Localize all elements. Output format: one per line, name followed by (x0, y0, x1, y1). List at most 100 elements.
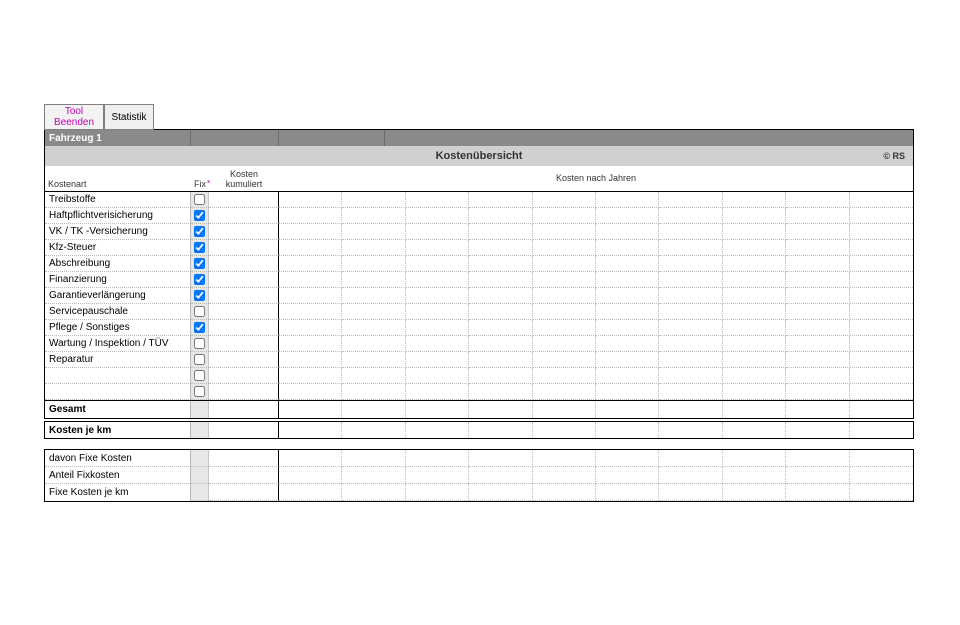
year-cell (406, 336, 469, 352)
tab-statistik[interactable]: Statistik (104, 104, 154, 130)
cost-row: Pflege / Sonstiges (45, 320, 913, 336)
cost-row: Finanzierung (45, 272, 913, 288)
year-cell (723, 336, 786, 352)
kjk-years (279, 422, 913, 438)
fix-checkbox[interactable] (194, 274, 205, 285)
cost-row-label: Pflege / Sonstiges (45, 320, 191, 336)
cost-row: Garantieverlängerung (45, 288, 913, 304)
year-cells (279, 272, 913, 288)
year-cell (786, 272, 849, 288)
year-cell (659, 256, 722, 272)
cost-row: Treibstoffe (45, 192, 913, 208)
year-cell (659, 224, 722, 240)
header-kosten-nach-jahren: Kosten nach Jahren (279, 166, 913, 192)
year-cell (596, 401, 659, 418)
gesamt-fix (191, 401, 209, 418)
fix-checkbox[interactable] (194, 338, 205, 349)
fix-checkbox[interactable] (194, 354, 205, 365)
year-cell (596, 208, 659, 224)
year-cell (279, 422, 342, 438)
kjk-fix (191, 422, 209, 438)
copyright: © RS (883, 151, 905, 161)
year-cell (723, 288, 786, 304)
cost-row-label: Haftpflichtverisicherung (45, 208, 191, 224)
summary-fix (191, 484, 209, 501)
year-cell (406, 192, 469, 208)
fix-checkbox[interactable] (194, 226, 205, 237)
year-cell (469, 208, 532, 224)
year-cell (596, 336, 659, 352)
year-cell (406, 384, 469, 400)
vehicle-col3 (279, 130, 385, 146)
cost-row: Abschreibung (45, 256, 913, 272)
fix-checkbox[interactable] (194, 290, 205, 301)
fix-checkbox[interactable] (194, 258, 205, 269)
year-cell (469, 256, 532, 272)
year-cell (342, 401, 405, 418)
kum-cell (209, 304, 279, 320)
summary-table: davon Fixe KostenAnteil FixkostenFixe Ko… (44, 449, 914, 502)
year-cell (533, 384, 596, 400)
year-cells (279, 224, 913, 240)
summary-row-label: davon Fixe Kosten (45, 450, 191, 467)
year-cell (279, 484, 342, 501)
header-kumuliert: Kosten kumuliert (209, 166, 279, 192)
year-cell (786, 288, 849, 304)
fix-checkbox[interactable] (194, 386, 205, 397)
year-cell (533, 336, 596, 352)
fix-cell (191, 304, 209, 320)
year-cell (596, 484, 659, 501)
summary-row: Fixe Kosten je km (45, 484, 913, 501)
kjk-kum (209, 422, 279, 438)
year-cell (533, 467, 596, 484)
cost-row: VK / TK -Versicherung (45, 224, 913, 240)
fix-checkbox[interactable] (194, 194, 205, 205)
year-cells (279, 352, 913, 368)
year-cell (786, 224, 849, 240)
tab-tool-beenden[interactable]: Tool Beenden (44, 104, 104, 130)
year-cell (533, 320, 596, 336)
kum-cell (209, 256, 279, 272)
vehicle-header: Fahrzeug 1 (45, 130, 913, 146)
year-cell (342, 422, 405, 438)
column-headers: Kostenart Fix* Kosten kumuliert Kosten n… (45, 166, 913, 192)
fix-cell (191, 192, 209, 208)
summary-row-label: Fixe Kosten je km (45, 484, 191, 501)
year-cell (723, 352, 786, 368)
year-cell (596, 352, 659, 368)
fix-checkbox[interactable] (194, 322, 205, 333)
year-cell (279, 450, 342, 467)
year-cell (596, 450, 659, 467)
kum-cell (209, 240, 279, 256)
year-cell (850, 256, 913, 272)
year-cell (786, 467, 849, 484)
year-cell (279, 224, 342, 240)
year-cell (850, 368, 913, 384)
year-cells (279, 304, 913, 320)
year-cell (469, 304, 532, 320)
year-cell (596, 368, 659, 384)
fix-checkbox[interactable] (194, 242, 205, 253)
year-cell (659, 401, 722, 418)
year-cell (850, 304, 913, 320)
summary-kum (209, 484, 279, 501)
year-cells (279, 192, 913, 208)
year-cells (279, 240, 913, 256)
year-cell (279, 384, 342, 400)
fix-cell (191, 288, 209, 304)
header-kosten-text: Kosten (212, 169, 276, 179)
year-cell (342, 368, 405, 384)
cost-row-label: Wartung / Inspektion / TÜV (45, 336, 191, 352)
year-cell (723, 192, 786, 208)
year-cell (596, 320, 659, 336)
fix-checkbox[interactable] (194, 306, 205, 317)
fix-checkbox[interactable] (194, 370, 205, 381)
year-cell (659, 368, 722, 384)
year-cell (342, 304, 405, 320)
year-cell (723, 484, 786, 501)
year-cell (786, 450, 849, 467)
year-cell (596, 256, 659, 272)
cost-row-label: Kfz-Steuer (45, 240, 191, 256)
fix-cell (191, 272, 209, 288)
fix-checkbox[interactable] (194, 210, 205, 221)
